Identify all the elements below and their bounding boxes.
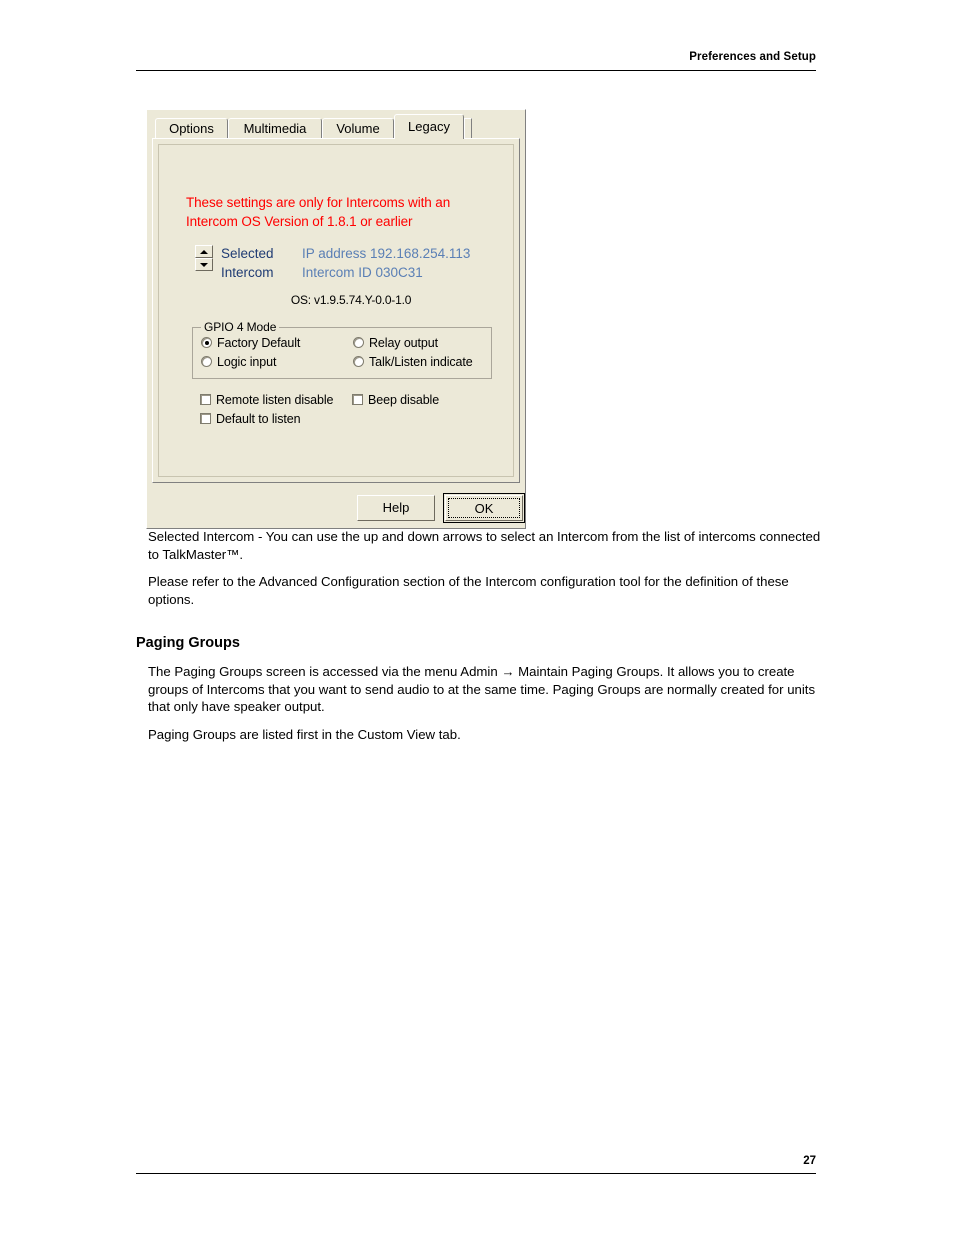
legacy-settings-dialog: Options Multimedia Volume Legacy These s… [146, 109, 526, 529]
tab-page-inner-frame: These settings are only for Intercoms wi… [158, 144, 514, 477]
gpio4-mode-legend: GPIO 4 Mode [201, 320, 280, 334]
header-title: Preferences and Setup [689, 51, 816, 63]
help-button[interactable]: Help [357, 495, 435, 521]
radio-relay-output-label: Relay output [369, 336, 438, 350]
checkbox-beep-disable-icon[interactable] [352, 394, 363, 405]
page-number: 27 [803, 1155, 816, 1167]
legacy-warning-text: These settings are only for Intercoms wi… [186, 193, 516, 231]
ok-button-label: OK [448, 498, 520, 518]
radio-factory-default-label: Factory Default [217, 336, 301, 350]
document-body: Selected Intercom - You can use the up a… [136, 528, 826, 753]
checkbox-remote-listen-disable-label: Remote listen disable [216, 393, 334, 407]
tab-multimedia[interactable]: Multimedia [228, 118, 322, 139]
header-rule [136, 70, 816, 71]
triangle-down-icon[interactable] [195, 258, 213, 271]
footer-rule [136, 1173, 816, 1174]
paragraph-selected-intercom: Selected Intercom - You can use the up a… [148, 529, 821, 562]
ok-button-face[interactable]: OK [445, 495, 523, 521]
paragraph-paging-groups-intro: The Paging Groups screen is accessed via… [148, 664, 816, 714]
checkbox-default-to-listen[interactable]: Default to listen [200, 412, 301, 426]
tab-legacy[interactable]: Legacy [394, 114, 464, 139]
radio-logic-input-icon[interactable] [201, 356, 212, 367]
ok-button[interactable]: OK [443, 493, 525, 523]
page-header: Preferences and Setup [136, 50, 816, 71]
checkbox-beep-disable[interactable]: Beep disable [352, 393, 439, 407]
radio-relay-output[interactable]: Relay output [353, 336, 438, 350]
intercom-spinner[interactable] [195, 245, 213, 271]
dialog-button-bar: Help OK [147, 491, 525, 529]
tab-strip-filler [464, 118, 472, 139]
os-version-value: OS: v1.9.5.74.Y-0.0-1.0 [290, 293, 412, 307]
ip-address-value: IP address 192.168.254.113 [302, 246, 471, 261]
radio-talk-listen-indicate[interactable]: Talk/Listen indicate [353, 355, 473, 369]
selected-intercom-values: IP address 192.168.254.113 Intercom ID 0… [302, 244, 470, 282]
tab-volume[interactable]: Volume [322, 118, 394, 139]
triangle-up-icon[interactable] [195, 245, 213, 258]
tab-page-legacy: These settings are only for Intercoms wi… [152, 138, 520, 483]
checkbox-default-to-listen-label: Default to listen [216, 412, 301, 426]
tab-options[interactable]: Options [155, 118, 228, 139]
radio-logic-input[interactable]: Logic input [201, 355, 276, 369]
gpio4-mode-groupbox: GPIO 4 Mode Factory Default Logic input … [192, 320, 492, 379]
radio-talk-listen-indicate-label: Talk/Listen indicate [369, 355, 473, 369]
checkbox-default-to-listen-icon[interactable] [200, 413, 211, 424]
radio-factory-default-icon[interactable] [201, 337, 212, 348]
legacy-warning-line-2: Intercom OS Version of 1.8.1 or earlier [186, 214, 413, 229]
selected-intercom-label: Selected Intercom [221, 244, 274, 282]
legacy-warning-line-1: These settings are only for Intercoms wi… [186, 195, 451, 210]
paragraph-advanced-configuration: Please refer to the Advanced Configurati… [148, 574, 789, 607]
radio-relay-output-icon[interactable] [353, 337, 364, 348]
tab-strip: Options Multimedia Volume Legacy [155, 114, 519, 139]
page-footer: 27 [136, 1154, 816, 1174]
intercom-id-value: Intercom ID 030C31 [302, 265, 423, 280]
checkbox-beep-disable-label: Beep disable [368, 393, 440, 407]
paragraph-paging-groups-custom-view: Paging Groups are listed first in the Cu… [148, 726, 461, 742]
checkbox-remote-listen-disable-icon[interactable] [200, 394, 211, 405]
selected-intercom-label-line-1: Selected [221, 246, 274, 261]
radio-talk-listen-indicate-icon[interactable] [353, 356, 364, 367]
section-heading-paging-groups: Paging Groups [136, 635, 240, 651]
selected-intercom-label-line-2: Intercom [221, 265, 274, 280]
radio-factory-default[interactable]: Factory Default [201, 336, 300, 350]
radio-logic-input-label: Logic input [217, 355, 277, 369]
checkbox-remote-listen-disable[interactable]: Remote listen disable [200, 393, 334, 407]
